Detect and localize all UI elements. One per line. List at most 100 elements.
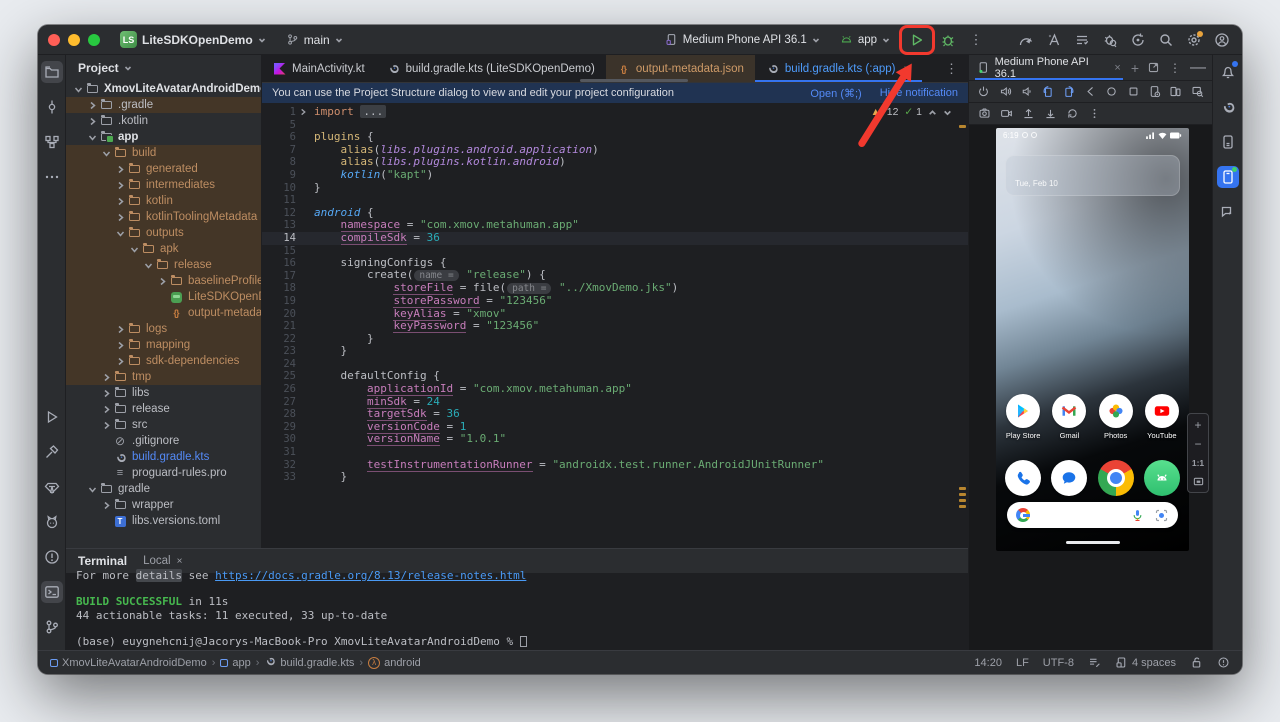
tree-item-outputs[interactable]: outputs bbox=[66, 225, 261, 241]
tree-item-intermediates[interactable]: intermediates bbox=[66, 177, 261, 193]
tool-more-icon[interactable] bbox=[41, 166, 63, 188]
editor-tab[interactable]: build.gradle.kts (LiteSDKOpenDemo) bbox=[376, 55, 606, 82]
code-line-33[interactable]: 33 } bbox=[262, 471, 968, 484]
tool-logcat-icon[interactable] bbox=[41, 511, 63, 533]
device-back-button[interactable] bbox=[1084, 85, 1097, 99]
device-screen-record-button[interactable] bbox=[999, 107, 1013, 121]
run-button[interactable] bbox=[904, 30, 930, 50]
app-icon-photos[interactable]: Photos bbox=[1093, 394, 1139, 440]
tool-app-quality-insights-icon[interactable] bbox=[41, 476, 63, 498]
tree-item-kotlin[interactable]: kotlin bbox=[66, 193, 261, 209]
tree-item-build.gradle.kts[interactable]: build.gradle.kts bbox=[66, 449, 261, 465]
app-icon-youtube[interactable]: YouTube bbox=[1139, 394, 1185, 440]
device-home-button[interactable] bbox=[1105, 85, 1118, 99]
device-snapshot-search-button[interactable] bbox=[1191, 85, 1204, 99]
tree-item-.gradle[interactable]: .gradle bbox=[66, 97, 261, 113]
tool-version-control-icon[interactable] bbox=[41, 616, 63, 638]
code-line-22[interactable]: 22 } bbox=[262, 333, 968, 346]
terminal-output[interactable]: For more details see https://docs.gradle… bbox=[66, 567, 968, 650]
breadcrumb-android[interactable]: λandroid bbox=[368, 657, 421, 669]
device-power-button[interactable] bbox=[977, 85, 990, 99]
tree-item-xmovliteavatarandroiddemolitesdko[interactable]: XmovLiteAvatarAndroidDemo [LiteSDKO bbox=[66, 81, 261, 97]
code-line-26[interactable]: 26 applicationId = "com.xmov.metahuman.a… bbox=[262, 383, 968, 396]
code-line-1[interactable]: 1import ... bbox=[262, 106, 968, 119]
inspection-widget[interactable]: ▲! 12 ✓ 1 bbox=[871, 106, 953, 118]
tool-problems-icon[interactable] bbox=[41, 546, 63, 568]
tool-notifications-icon[interactable] bbox=[1217, 61, 1239, 83]
tree-item-src[interactable]: src bbox=[66, 417, 261, 433]
tree-item-build[interactable]: build bbox=[66, 145, 261, 161]
device-overview-button[interactable] bbox=[1127, 85, 1140, 99]
device-screenshot-button[interactable] bbox=[977, 107, 991, 121]
tree-item-.kotlin[interactable]: .kotlin bbox=[66, 113, 261, 129]
tree-item-libs.versions.toml[interactable]: Tlibs.versions.toml bbox=[66, 513, 261, 529]
device-device-settings-button[interactable] bbox=[1148, 85, 1161, 99]
todo-list-button[interactable] bbox=[1072, 30, 1092, 50]
status-utf-8[interactable]: UTF-8 bbox=[1043, 657, 1074, 669]
device-download-button[interactable] bbox=[1043, 107, 1057, 121]
prev-problem-icon[interactable] bbox=[928, 108, 937, 117]
more-options-icon[interactable]: ⋮ bbox=[1169, 61, 1181, 75]
tree-item-output-metadata.jso[interactable]: {}output-metadata.jso bbox=[66, 305, 261, 321]
tool-structure-icon[interactable] bbox=[41, 131, 63, 153]
tree-item-release[interactable]: release bbox=[66, 257, 261, 273]
code-line-32[interactable]: 32 testInstrumentationRunner = "androidx… bbox=[262, 459, 968, 472]
mic-icon[interactable] bbox=[1130, 508, 1145, 523]
tree-item-wrapper[interactable]: wrapper bbox=[66, 497, 261, 513]
ai-actions-button[interactable] bbox=[1044, 30, 1064, 50]
zoom-window-button[interactable] bbox=[88, 34, 100, 46]
close-icon[interactable]: × bbox=[1114, 62, 1120, 74]
google-lens-icon[interactable] bbox=[1154, 508, 1169, 523]
device-restore-button[interactable] bbox=[1065, 107, 1079, 121]
emulator-screen[interactable]: 6:19 Tue, Feb 10 Play StoreGmailPhotosYo… bbox=[996, 128, 1189, 551]
close-tab-icon[interactable]: × bbox=[903, 62, 910, 76]
google-search-bar[interactable] bbox=[1007, 502, 1178, 528]
device-fold-device-button[interactable] bbox=[1169, 85, 1182, 99]
close-icon[interactable]: × bbox=[177, 556, 183, 567]
device-selector[interactable]: Medium Phone API 36.1 bbox=[659, 31, 826, 48]
vcs-branch-widget[interactable]: main bbox=[280, 31, 349, 49]
tree-item-tmp[interactable]: tmp bbox=[66, 369, 261, 385]
dock-icon-messages[interactable] bbox=[1046, 460, 1092, 496]
breadcrumb-xmovliteavatarandroiddemo[interactable]: XmovLiteAvatarAndroidDemo bbox=[50, 657, 207, 669]
tool-project-folder-icon[interactable] bbox=[41, 61, 63, 83]
tree-item-sdk-dependencies[interactable]: sdk-dependencies bbox=[66, 353, 261, 369]
status-lf[interactable]: LF bbox=[1016, 657, 1029, 669]
tree-item-kotlintoolingmetadata[interactable]: kotlinToolingMetadata bbox=[66, 209, 261, 225]
device-more-v-button[interactable] bbox=[1087, 107, 1101, 121]
profiler-button[interactable] bbox=[1016, 30, 1036, 50]
run-configuration-selector[interactable]: app bbox=[834, 31, 896, 48]
zoom-reset-button[interactable]: 1:1 bbox=[1189, 454, 1207, 471]
status-inspections-level[interactable] bbox=[1217, 656, 1230, 669]
tab-list-icon[interactable]: ⋮ bbox=[935, 55, 968, 82]
code-line-28[interactable]: 28 targetSdk = 36 bbox=[262, 408, 968, 421]
at-a-glance-widget[interactable]: Tue, Feb 10 bbox=[1005, 155, 1180, 196]
add-device-tab-button[interactable]: + bbox=[1131, 60, 1139, 76]
zoom-out-button[interactable]: − bbox=[1189, 435, 1207, 452]
tool-run-icon[interactable] bbox=[41, 406, 63, 428]
tool-terminal-icon[interactable] bbox=[41, 581, 63, 603]
account-button[interactable] bbox=[1212, 30, 1232, 50]
device-rotate-right-button[interactable] bbox=[1062, 85, 1075, 99]
editor-tab[interactable]: {}output-metadata.json bbox=[606, 55, 755, 82]
editor-tab[interactable]: MainActivity.kt bbox=[262, 55, 376, 82]
tool-build-hammer-icon[interactable] bbox=[41, 441, 63, 463]
breadcrumb-build.gradle.kts[interactable]: build.gradle.kts bbox=[264, 655, 354, 670]
terminal-tab-local[interactable]: Local × bbox=[143, 555, 182, 567]
code-line-9[interactable]: 9 kotlin("kapt") bbox=[262, 169, 968, 182]
tool-device-explorer-icon[interactable] bbox=[1217, 131, 1239, 153]
banner-hide-link[interactable]: Hide notification bbox=[880, 87, 958, 100]
tab-scrollbar[interactable] bbox=[580, 79, 688, 82]
tree-item-mapping[interactable]: mapping bbox=[66, 337, 261, 353]
project-view-mode[interactable]: Project bbox=[66, 55, 261, 81]
project-widget[interactable]: LS LiteSDKOpenDemo bbox=[114, 29, 272, 50]
tree-item-apk[interactable]: apk bbox=[66, 241, 261, 257]
hide-panel-icon[interactable]: — bbox=[1190, 59, 1206, 77]
code-line-10[interactable]: 10} bbox=[262, 182, 968, 195]
device-volume-up-button[interactable] bbox=[998, 85, 1011, 99]
tree-item-.gitignore[interactable]: ⊘.gitignore bbox=[66, 433, 261, 449]
code-editor[interactable]: ▲! 12 ✓ 1 1import ...56plugins {7 alias(… bbox=[262, 103, 968, 548]
device-tab[interactable]: Medium Phone API 36.1 × bbox=[975, 55, 1123, 80]
device-volume-down-button[interactable] bbox=[1020, 85, 1033, 99]
tree-item-libs[interactable]: libs bbox=[66, 385, 261, 401]
